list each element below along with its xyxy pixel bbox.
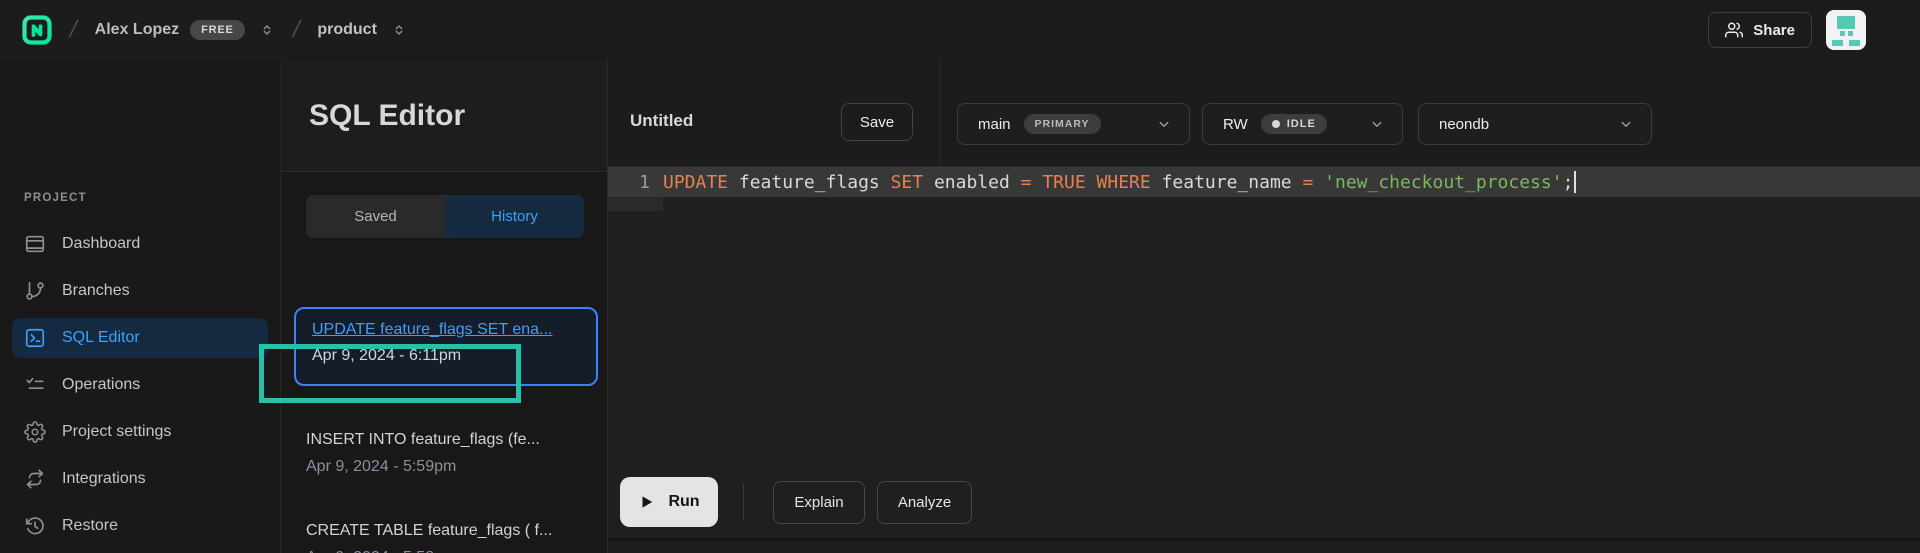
avatar[interactable] (1826, 10, 1866, 50)
editor-pane: Untitled Save main PRIMARY RW IDLE (608, 60, 1920, 553)
share-button[interactable]: Share (1708, 12, 1812, 48)
sidebar-item-label: Project settings (62, 423, 171, 441)
sidebar-item-integrations[interactable]: Integrations (12, 459, 268, 499)
project-selector-chevron-icon[interactable] (391, 22, 407, 38)
text-cursor (1574, 171, 1576, 193)
breadcrumb-org[interactable]: Alex Lopez (95, 21, 179, 39)
code-editor-active-line[interactable]: 1 UPDATE feature_flags SET enabled = TRU… (608, 167, 1920, 197)
sidebar: PROJECT Dashboard Branches (0, 60, 280, 553)
gutter (608, 197, 663, 211)
tab-saved[interactable]: Saved (306, 195, 445, 238)
plan-badge: FREE (190, 20, 245, 40)
sidebar-item-label: Branches (62, 282, 130, 300)
sql-editor-icon (24, 327, 46, 349)
save-button[interactable]: Save (841, 103, 913, 141)
sidebar-item-label: Dashboard (62, 235, 140, 253)
status-badge: IDLE (1261, 114, 1327, 134)
history-item-selected[interactable]: UPDATE feature_flags SET ena... Apr 9, 2… (294, 307, 598, 386)
sidebar-item-project-settings[interactable]: Project settings (12, 412, 268, 452)
sidebar-item-label: Operations (62, 376, 140, 394)
breadcrumb-separator: / (290, 16, 303, 44)
neon-console: / Alex Lopez FREE / product Share (0, 0, 1920, 553)
history-query: INSERT INTO feature_flags (fe... (306, 431, 591, 449)
sidebar-item-branches[interactable]: Branches (12, 271, 268, 311)
chevron-down-icon (1368, 115, 1386, 133)
status-dot-icon (1272, 120, 1280, 128)
integrations-icon (24, 468, 46, 490)
primary-badge: PRIMARY (1024, 114, 1101, 134)
sidebar-item-label: Integrations (62, 470, 146, 488)
branch-dropdown[interactable]: main PRIMARY (957, 103, 1190, 145)
chevron-down-icon (1617, 115, 1635, 133)
history-panel: SQL Editor Saved History UPDATE feature_… (280, 60, 608, 553)
query-title: Untitled (630, 111, 693, 131)
top-bar: / Alex Lopez FREE / product Share (0, 0, 1920, 60)
tab-history[interactable]: History (445, 195, 584, 238)
analyze-button[interactable]: Analyze (877, 481, 972, 524)
users-icon (1725, 21, 1743, 39)
branches-icon (24, 280, 46, 302)
sidebar-item-sql-editor[interactable]: SQL Editor (12, 318, 268, 358)
compute-value: RW (1223, 116, 1248, 133)
gear-icon (24, 421, 46, 443)
neon-logo-icon[interactable] (22, 15, 52, 45)
results-panel-edge (608, 541, 1920, 553)
history-query-link[interactable]: UPDATE feature_flags SET ena... (312, 321, 580, 339)
header-divider (940, 60, 941, 166)
history-timestamp: Apr 9, 2024 - 6:11pm (312, 347, 580, 365)
org-selector-chevron-icon[interactable] (259, 22, 275, 38)
restore-icon (24, 515, 46, 537)
saved-history-tabs: Saved History (306, 195, 584, 238)
sidebar-item-restore[interactable]: Restore (12, 506, 268, 546)
explain-button[interactable]: Explain (773, 481, 865, 524)
dashboard-icon (24, 233, 46, 255)
chevron-down-icon (1155, 115, 1173, 133)
toolbar-divider (743, 484, 744, 521)
sidebar-item-dashboard[interactable]: Dashboard (12, 224, 268, 264)
database-dropdown[interactable]: neondb (1418, 103, 1652, 145)
history-timestamp: Apr 9, 2024 - 5:59pm (306, 458, 591, 476)
page-title: SQL Editor (309, 99, 465, 133)
history-item[interactable]: INSERT INTO feature_flags (fe... Apr 9, … (306, 431, 591, 476)
run-button[interactable]: Run (620, 477, 718, 527)
sql-statement: UPDATE feature_flags SET enabled = TRUE … (663, 172, 1573, 193)
sidebar-item-label: SQL Editor (62, 329, 140, 347)
history-panel-header: SQL Editor (281, 60, 607, 172)
operations-icon (24, 374, 46, 396)
play-icon (638, 493, 656, 511)
editor-header: Untitled Save main PRIMARY RW IDLE (608, 60, 1920, 167)
line-number: 1 (608, 172, 663, 193)
database-value: neondb (1439, 116, 1489, 133)
status-label: IDLE (1287, 118, 1316, 130)
breadcrumb-project[interactable]: product (317, 21, 377, 39)
sidebar-item-operations[interactable]: Operations (12, 365, 268, 405)
project-section-label: PROJECT (24, 192, 87, 204)
breadcrumb-separator: / (67, 16, 80, 44)
compute-dropdown[interactable]: RW IDLE (1202, 103, 1403, 145)
history-item[interactable]: CREATE TABLE feature_flags ( f... Apr 9,… (306, 522, 591, 553)
run-label: Run (668, 493, 699, 511)
share-label: Share (1753, 22, 1795, 39)
branch-value: main (978, 116, 1011, 133)
sidebar-item-label: Restore (62, 517, 118, 535)
history-timestamp: Apr 9, 2024 - 5:58pm (306, 549, 591, 553)
history-query: CREATE TABLE feature_flags ( f... (306, 522, 591, 540)
